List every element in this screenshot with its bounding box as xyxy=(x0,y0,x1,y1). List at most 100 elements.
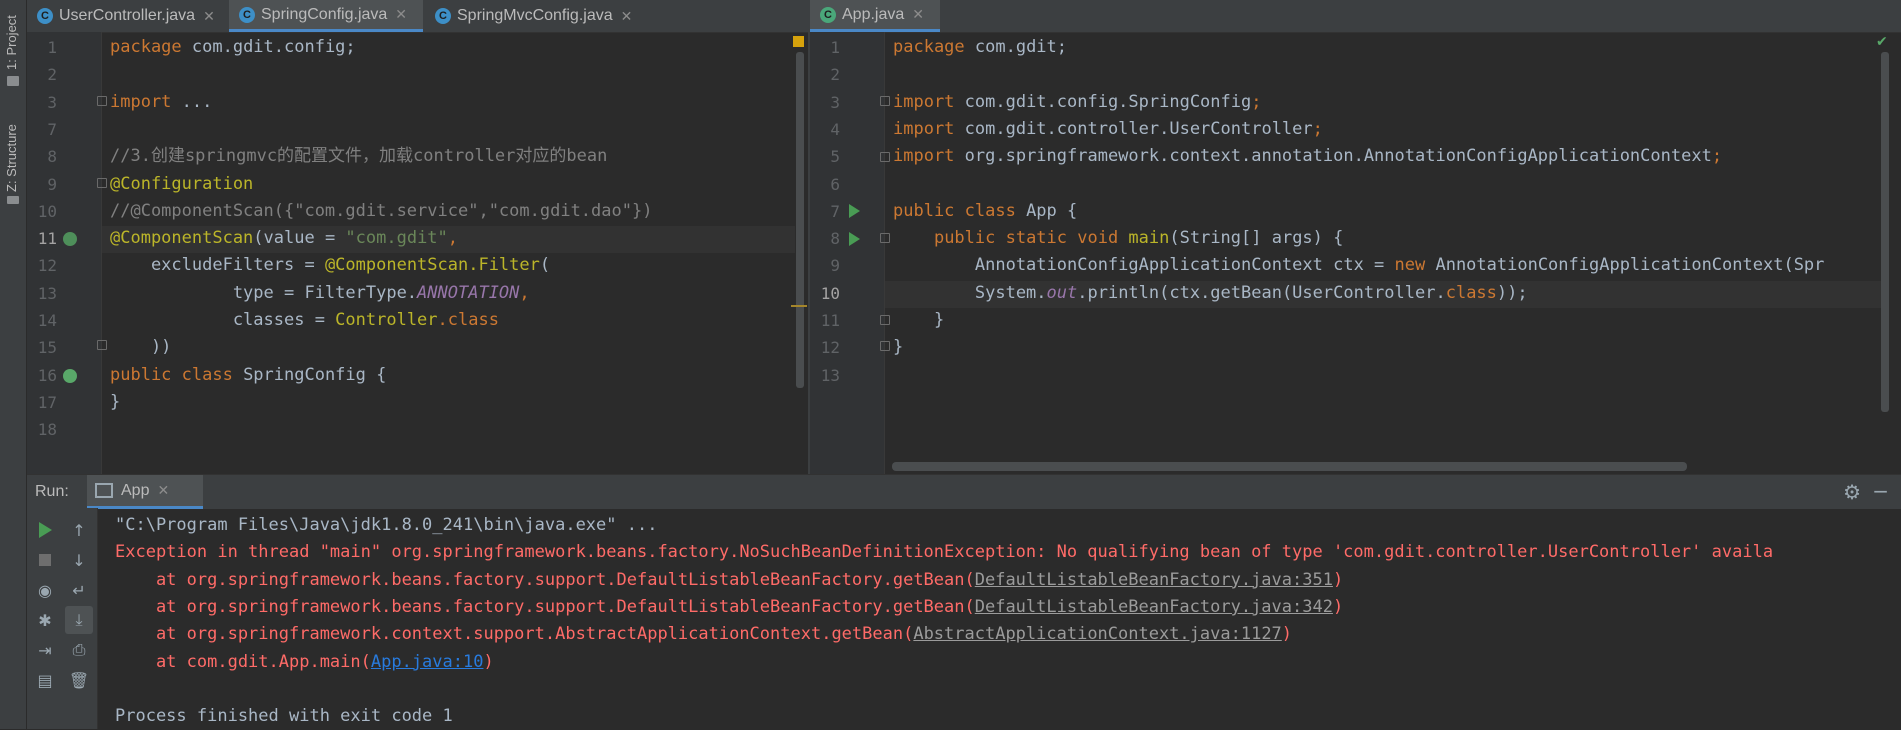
right-horizontal-scrollbar[interactable] xyxy=(892,462,1687,471)
code-token: at org.springframework.beans.factory.sup… xyxy=(115,596,975,617)
soft-wrap-icon[interactable]: ↵ xyxy=(69,580,89,600)
line-number: 3 xyxy=(830,92,840,112)
code-token: package xyxy=(110,37,192,57)
bean-search-icon[interactable] xyxy=(63,232,77,246)
code-line: type = FilterType.ANNOTATION, xyxy=(110,280,530,307)
code-line: package com.gdit.config; xyxy=(110,34,356,61)
settings-icon[interactable]: ✱ xyxy=(35,610,55,630)
code-token: "com.gdit" xyxy=(345,228,448,249)
code-token: ) xyxy=(1332,569,1344,590)
code-token: App { xyxy=(1026,200,1078,221)
scroll-up-icon[interactable]: ↑ xyxy=(69,520,89,540)
line-number: 10 xyxy=(820,283,840,303)
code-token[interactable]: DefaultListableBeanFactory.java:351 xyxy=(975,570,1333,590)
line-number: 5 xyxy=(830,147,840,167)
close-tab-icon[interactable]: ✕ xyxy=(157,482,169,499)
gear-icon[interactable]: ⚙ xyxy=(1843,480,1861,504)
fold-icon[interactable] xyxy=(880,152,890,162)
scroll-to-end-icon[interactable]: ⤓ xyxy=(65,606,93,634)
code-token: (String[] args) { xyxy=(1169,228,1344,249)
layout-icon[interactable]: ▤ xyxy=(35,670,55,690)
code-line: excludeFilters = @ComponentScan.Filter( xyxy=(110,252,550,279)
tab-app[interactable]: C App.java ✕ xyxy=(810,0,940,32)
code-token[interactable]: AbstractApplicationContext.java:1127 xyxy=(913,624,1281,644)
exit-icon[interactable]: ⇥ xyxy=(35,640,55,660)
inspection-ok-icon[interactable]: ✔ xyxy=(1876,34,1888,50)
fold-icon[interactable] xyxy=(880,315,890,325)
code-token: (value = xyxy=(253,228,346,249)
code-token: )); xyxy=(1496,282,1528,303)
java-main-class-icon: C xyxy=(820,6,836,23)
code-token: import xyxy=(893,146,965,167)
code-token: ... xyxy=(181,91,213,112)
structure-icon[interactable] xyxy=(7,196,19,204)
line-number: 6 xyxy=(830,174,840,194)
structure-tool-tab[interactable]: Z: Structure xyxy=(4,112,19,192)
code-token: public class xyxy=(893,200,1027,221)
code-token[interactable]: App.java:10 xyxy=(371,652,484,672)
stop-button[interactable] xyxy=(35,550,55,570)
code-token: org.springframework.context.annotation.A… xyxy=(964,146,1712,167)
tab-usercontroller[interactable]: C UserController.java ✕ xyxy=(27,0,227,32)
run-gutter-icon[interactable] xyxy=(849,204,860,218)
run-tab-app[interactable]: App ✕ xyxy=(87,475,203,509)
code-line: import com.gdit.config.SpringConfig; xyxy=(893,89,1261,116)
fold-icon[interactable] xyxy=(97,340,107,350)
code-token[interactable]: DefaultListableBeanFactory.java:342 xyxy=(975,597,1333,617)
project-tool-tab[interactable]: 1: Project xyxy=(4,4,19,70)
tab-springconfig[interactable]: C SpringConfig.java ✕ xyxy=(229,0,423,32)
fold-icon[interactable] xyxy=(880,341,890,351)
run-gutter-icon[interactable] xyxy=(849,232,860,246)
code-token: com.gdit.config; xyxy=(191,37,356,57)
close-tab-icon[interactable]: ✕ xyxy=(621,8,633,25)
code-token: //@ComponentScan({"com.gdit.service","co… xyxy=(110,200,653,221)
line-number: 8 xyxy=(830,229,840,249)
code-token: import xyxy=(893,91,965,112)
code-token: AnnotationConfigApplicationContext ctx = xyxy=(893,255,1395,276)
scroll-down-icon[interactable]: ↓ xyxy=(69,550,89,570)
line-number: 2 xyxy=(47,65,57,85)
run-label: Run: xyxy=(35,483,69,500)
code-line: } xyxy=(110,389,120,416)
code-token: ; xyxy=(1251,91,1262,112)
code-line: classes = Controller.class xyxy=(110,307,499,334)
right-vertical-scrollbar[interactable] xyxy=(1881,52,1889,412)
code-token: Controller xyxy=(335,310,438,330)
minimize-icon[interactable]: − xyxy=(1872,479,1889,503)
code-token: ; xyxy=(1312,118,1323,139)
code-token: import xyxy=(893,118,965,139)
close-tab-icon[interactable]: ✕ xyxy=(395,6,407,23)
tab-label: App.java xyxy=(842,5,905,23)
code-token: SpringConfig { xyxy=(243,364,387,385)
line-number: 18 xyxy=(37,420,57,440)
warning-marker-icon[interactable] xyxy=(793,36,804,47)
fold-icon[interactable] xyxy=(97,178,107,188)
code-line: //3.创建springmvc的配置文件，加载controller对应的bean xyxy=(110,143,607,170)
line-number: 7 xyxy=(47,119,57,139)
code-line: package com.gdit; xyxy=(893,34,1067,61)
code-line: @ComponentScan(value = "com.gdit", xyxy=(110,225,458,252)
code-line: System.out.println(ctx.getBean(UserContr… xyxy=(893,280,1528,307)
close-tab-icon[interactable]: ✕ xyxy=(203,8,215,25)
spring-bean-icon[interactable] xyxy=(63,369,77,383)
line-number: 7 xyxy=(830,201,840,221)
line-number: 13 xyxy=(820,365,840,385)
code-token: Exception in thread "main" org.springfra… xyxy=(115,542,1774,563)
fold-icon[interactable] xyxy=(97,96,107,106)
fold-icon[interactable] xyxy=(880,96,890,106)
run-tool-window: Run: App ✕ ⚙ − ◉ ✱ ⇥ ▤ ↑ ↓ ↵ ⤓ ⎙ 🗑 "C:\P… xyxy=(27,474,1901,729)
left-vertical-scrollbar[interactable] xyxy=(796,52,804,388)
rerun-button[interactable] xyxy=(35,520,55,540)
line-number: 11 xyxy=(820,311,840,330)
close-tab-icon[interactable]: ✕ xyxy=(912,6,924,23)
tab-springmvcconfig[interactable]: C SpringMvcConfig.java ✕ xyxy=(425,0,653,32)
code-line: AnnotationConfigApplicationContext ctx =… xyxy=(893,252,1825,279)
fold-icon[interactable] xyxy=(880,233,890,243)
run-header: Run: App ✕ ⚙ − xyxy=(27,474,1901,509)
print-icon[interactable]: ⎙ xyxy=(69,640,89,660)
trash-icon[interactable]: 🗑 xyxy=(69,670,89,690)
camera-icon[interactable]: ◉ xyxy=(35,580,55,600)
project-folder-icon[interactable] xyxy=(7,76,19,86)
code-token: main xyxy=(1128,228,1170,249)
line-number: 8 xyxy=(47,147,57,167)
